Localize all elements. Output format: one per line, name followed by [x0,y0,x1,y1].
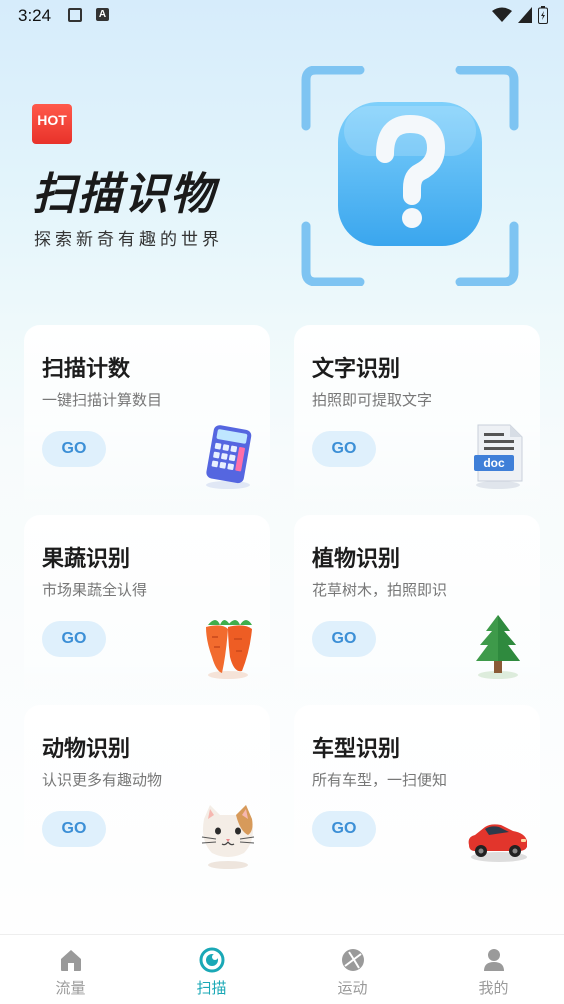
nav-item-scan[interactable]: 扫描 [141,935,282,1004]
wifi-icon [492,7,512,22]
car-icon [468,824,527,862]
nav-item-traffic[interactable]: 流量 [0,935,141,1004]
nav-item-sports[interactable]: 运动 [282,935,423,1004]
bottom-nav: 流量 扫描 运动 我的 [0,934,564,1004]
notification-icon [68,8,82,22]
card-title: 植物识别 [312,547,401,572]
card-title: 动物识别 [42,737,131,762]
go-button[interactable]: GO [312,811,376,847]
svg-text:doc: doc [483,456,505,470]
hot-badge: HOT [32,104,72,144]
hero-subtitle: 探索新奇有趣的世界 [34,230,223,250]
card-desc: 市场果蔬全认得 [42,581,148,599]
hero-title: 扫描识物 [32,169,216,220]
carrot-icon [206,620,252,679]
go-button[interactable]: GO [312,621,376,657]
user-icon [483,949,504,971]
card-title: 扫描计数 [42,357,131,382]
go-button[interactable]: GO [42,431,106,467]
card-animal-recognition[interactable]: 动物识别 认识更多有趣动物 GO [24,705,270,895]
a-icon: A [96,8,109,21]
card-plant-recognition[interactable]: 植物识别 花草树木，拍照即识 GO [294,515,540,705]
card-text-recognition[interactable]: 文字识别 拍照即可提取文字 GO doc [294,325,540,515]
card-title: 车型识别 [312,737,401,762]
tree-icon [476,615,520,679]
ball-icon [341,949,364,971]
go-button[interactable]: GO [312,431,376,467]
card-scan-count[interactable]: 扫描计数 一键扫描计算数目 GO [24,325,270,515]
card-title: 文字识别 [312,357,401,382]
nav-label: 运动 [337,979,368,997]
nav-item-mine[interactable]: 我的 [423,935,564,1004]
signal-icon [518,7,532,23]
doc-file-icon: doc [474,424,523,489]
go-button[interactable]: GO [42,621,106,657]
card-desc: 花草树木，拍照即识 [312,581,448,599]
question-scan-icon [301,66,519,286]
card-desc: 拍照即可提取文字 [312,391,433,409]
cat-icon [201,805,255,869]
card-car-recognition[interactable]: 车型识别 所有车型，一扫便知 GO [294,705,540,895]
card-desc: 所有车型，一扫便知 [312,771,448,789]
home-icon [60,950,81,971]
card-desc: 一键扫描计算数目 [42,391,163,409]
status-time: 3:24 [18,6,52,25]
card-produce-recognition[interactable]: 果蔬识别 市场果蔬全认得 GO [24,515,270,705]
status-bar: 3:24 A [0,0,564,34]
calculator-icon [206,425,252,489]
card-title: 果蔬识别 [42,547,131,572]
nav-label: 我的 [478,979,509,997]
go-button[interactable]: GO [42,811,106,847]
status-right-icons [492,6,548,24]
nav-label: 流量 [55,979,86,997]
scan-icon [199,947,224,973]
nav-label: 扫描 [196,979,227,997]
card-desc: 认识更多有趣动物 [42,771,163,789]
battery-icon [538,6,548,24]
